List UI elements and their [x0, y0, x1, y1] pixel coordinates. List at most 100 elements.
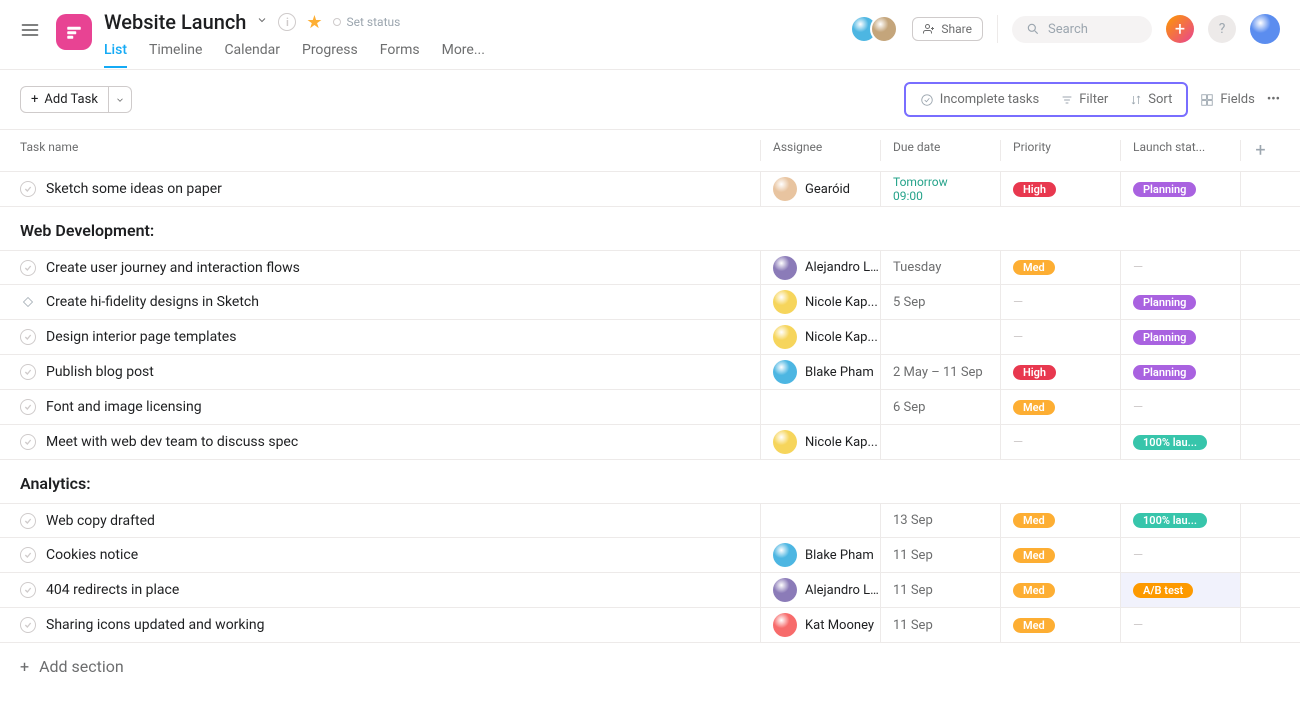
task-row[interactable]: Create hi-fidelity designs in Sketch Nic…: [0, 285, 1300, 320]
task-row[interactable]: Font and image licensing 6 Sep Med —: [0, 390, 1300, 425]
info-icon[interactable]: i: [278, 13, 296, 31]
status-cell[interactable]: Planning: [1120, 285, 1240, 319]
task-complete-toggle[interactable]: [20, 434, 36, 450]
priority-cell[interactable]: —: [1000, 425, 1120, 459]
due-date-cell[interactable]: 2 May – 11 Sep: [880, 355, 1000, 389]
task-name[interactable]: Design interior page templates: [46, 329, 236, 345]
task-complete-toggle[interactable]: [20, 399, 36, 415]
assignee-cell[interactable]: Gearóid: [760, 172, 880, 206]
due-date-cell[interactable]: [880, 320, 1000, 354]
add-task-button[interactable]: + Add Task: [20, 86, 109, 113]
priority-cell[interactable]: Med: [1000, 608, 1120, 642]
priority-cell[interactable]: —: [1000, 320, 1120, 354]
due-date-cell[interactable]: 6 Sep: [880, 390, 1000, 424]
section-header[interactable]: Web Development:: [0, 207, 1300, 250]
priority-cell[interactable]: High: [1000, 355, 1120, 389]
status-cell[interactable]: —: [1120, 538, 1240, 572]
assignee-cell[interactable]: Blake Pham: [760, 355, 880, 389]
task-name[interactable]: Create user journey and interaction flow…: [46, 260, 300, 276]
task-complete-toggle[interactable]: [20, 547, 36, 563]
task-row[interactable]: Sketch some ideas on paper Gearóid Tomor…: [0, 172, 1300, 207]
task-complete-toggle[interactable]: [20, 364, 36, 380]
members-avatars[interactable]: [850, 15, 898, 43]
assignee-cell[interactable]: Alejandro L...: [760, 251, 880, 284]
incomplete-filter[interactable]: Incomplete tasks: [920, 92, 1039, 107]
status-cell[interactable]: —: [1120, 608, 1240, 642]
status-cell[interactable]: —: [1120, 390, 1240, 424]
assignee-cell[interactable]: Blake Pham: [760, 538, 880, 572]
status-cell[interactable]: Planning: [1120, 320, 1240, 354]
share-button[interactable]: Share: [912, 17, 983, 41]
task-row[interactable]: Cookies notice Blake Pham 11 Sep Med —: [0, 538, 1300, 573]
star-icon[interactable]: ★: [306, 12, 322, 33]
due-date-cell[interactable]: 11 Sep: [880, 538, 1000, 572]
col-priority[interactable]: Priority: [1000, 140, 1120, 161]
status-cell[interactable]: 100% lau...: [1120, 504, 1240, 537]
task-row[interactable]: Publish blog post Blake Pham 2 May – 11 …: [0, 355, 1300, 390]
task-row[interactable]: 404 redirects in place Alejandro L... 11…: [0, 573, 1300, 608]
add-task-dropdown[interactable]: [109, 86, 132, 113]
assignee-cell[interactable]: Nicole Kap...: [760, 425, 880, 459]
due-date-cell[interactable]: Tomorrow 09:00: [880, 172, 1000, 206]
due-date-cell[interactable]: 5 Sep: [880, 285, 1000, 319]
more-button[interactable]: •••: [1267, 92, 1280, 107]
tab-calendar[interactable]: Calendar: [224, 42, 280, 68]
task-name[interactable]: Create hi-fidelity designs in Sketch: [46, 294, 259, 310]
project-icon[interactable]: [56, 14, 92, 50]
hamburger-menu[interactable]: [20, 20, 40, 44]
task-name[interactable]: Sketch some ideas on paper: [46, 181, 222, 197]
milestone-icon[interactable]: [20, 294, 36, 310]
task-row[interactable]: Create user journey and interaction flow…: [0, 250, 1300, 285]
task-complete-toggle[interactable]: [20, 513, 36, 529]
tab-more[interactable]: More...: [442, 42, 485, 68]
status-cell[interactable]: —: [1120, 251, 1240, 284]
due-date-cell[interactable]: Tuesday: [880, 251, 1000, 284]
task-name[interactable]: Font and image licensing: [46, 399, 202, 415]
task-name[interactable]: 404 redirects in place: [46, 582, 179, 598]
task-row[interactable]: Web copy drafted 13 Sep Med 100% lau...: [0, 503, 1300, 538]
task-name[interactable]: Publish blog post: [46, 364, 154, 380]
assignee-cell[interactable]: Nicole Kap...: [760, 320, 880, 354]
add-section-button[interactable]: + Add section: [0, 643, 1300, 690]
global-add-button[interactable]: +: [1166, 15, 1194, 43]
tab-timeline[interactable]: Timeline: [149, 42, 202, 68]
col-assignee[interactable]: Assignee: [760, 140, 880, 161]
priority-cell[interactable]: Med: [1000, 573, 1120, 607]
col-task-name[interactable]: Task name: [20, 140, 760, 161]
task-complete-toggle[interactable]: [20, 582, 36, 598]
priority-cell[interactable]: Med: [1000, 504, 1120, 537]
tab-list[interactable]: List: [104, 42, 127, 68]
tab-progress[interactable]: Progress: [302, 42, 358, 68]
help-button[interactable]: ?: [1208, 15, 1236, 43]
assignee-cell[interactable]: Kat Mooney: [760, 608, 880, 642]
task-name[interactable]: Sharing icons updated and working: [46, 617, 265, 633]
task-name[interactable]: Cookies notice: [46, 547, 138, 563]
assignee-cell[interactable]: [760, 390, 880, 424]
due-date-cell[interactable]: [880, 425, 1000, 459]
filter-button[interactable]: Filter: [1061, 92, 1108, 107]
priority-cell[interactable]: Med: [1000, 538, 1120, 572]
priority-cell[interactable]: High: [1000, 172, 1120, 206]
task-name[interactable]: Web copy drafted: [46, 513, 155, 529]
status-cell[interactable]: Planning: [1120, 172, 1240, 206]
task-complete-toggle[interactable]: [20, 181, 36, 197]
me-avatar[interactable]: [1250, 14, 1280, 44]
due-date-cell[interactable]: 11 Sep: [880, 573, 1000, 607]
task-name[interactable]: Meet with web dev team to discuss spec: [46, 434, 298, 450]
priority-cell[interactable]: Med: [1000, 251, 1120, 284]
status-cell[interactable]: Planning: [1120, 355, 1240, 389]
due-date-cell[interactable]: 13 Sep: [880, 504, 1000, 537]
task-complete-toggle[interactable]: [20, 260, 36, 276]
priority-cell[interactable]: —: [1000, 285, 1120, 319]
priority-cell[interactable]: Med: [1000, 390, 1120, 424]
set-status-button[interactable]: Set status: [333, 15, 401, 29]
status-cell[interactable]: 100% lau...: [1120, 425, 1240, 459]
col-due-date[interactable]: Due date: [880, 140, 1000, 161]
chevron-down-icon[interactable]: [256, 14, 268, 30]
project-title[interactable]: Website Launch: [104, 10, 246, 34]
fields-button[interactable]: Fields: [1200, 92, 1254, 107]
due-date-cell[interactable]: 11 Sep: [880, 608, 1000, 642]
member-avatar[interactable]: [870, 15, 898, 43]
task-row[interactable]: Sharing icons updated and working Kat Mo…: [0, 608, 1300, 643]
assignee-cell[interactable]: [760, 504, 880, 537]
